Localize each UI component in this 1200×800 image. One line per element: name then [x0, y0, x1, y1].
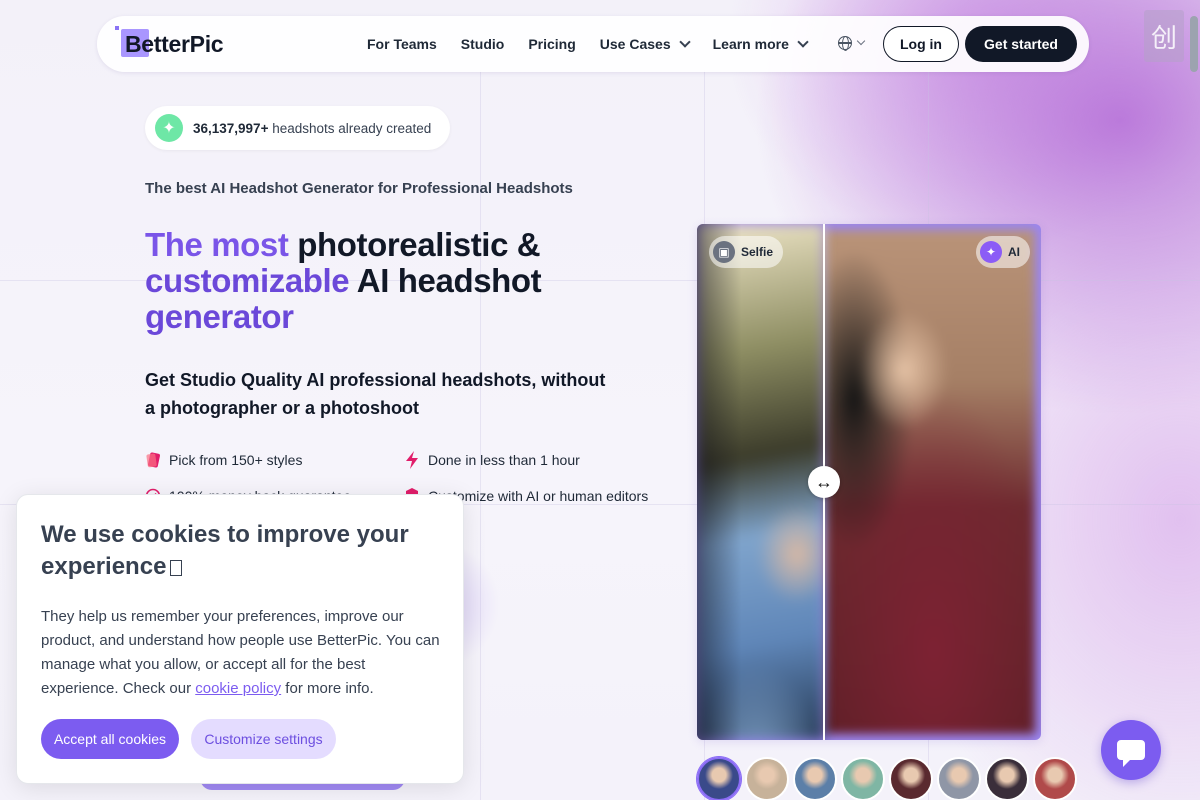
cookie-body: They help us remember your preferences, … — [41, 605, 441, 701]
logo[interactable]: BetterPic — [115, 26, 224, 62]
avatar-4[interactable] — [841, 757, 885, 800]
feature-label: Pick from 150+ styles — [169, 452, 303, 468]
cookie-consent-dialog: We use cookies to improve your experienc… — [16, 494, 464, 784]
avatar-2[interactable] — [745, 757, 789, 800]
headshot-counter-pill: ✦ 36,137,997+ headshots already created — [145, 106, 450, 150]
headline-part: AI headshot — [349, 262, 542, 299]
nav-link-use-cases[interactable]: Use Cases — [599, 36, 691, 52]
nav-link-pricing[interactable]: Pricing — [528, 36, 575, 52]
before-after-comparison[interactable]: ↔ ▣ Selfie ✦ AI — [697, 224, 1041, 740]
hero-subtitle: The best AI Headshot Generator for Profe… — [145, 180, 573, 197]
avatar-8[interactable] — [1033, 757, 1077, 800]
chat-support-button[interactable] — [1101, 720, 1161, 780]
cookie-emoji-icon — [170, 559, 183, 576]
selfie-tag: ▣ Selfie — [709, 236, 784, 268]
feature-speed: Done in less than 1 hour — [404, 451, 580, 469]
logo-dot — [115, 26, 119, 30]
headline-part: photorealistic & — [297, 226, 541, 263]
lightning-icon — [406, 451, 418, 469]
avatar-6[interactable] — [937, 757, 981, 800]
chevron-down-icon — [797, 36, 809, 48]
nav-link-label: Studio — [460, 36, 505, 52]
corner-badge: 创 — [1144, 10, 1184, 62]
feature-styles: Pick from 150+ styles — [145, 451, 302, 469]
selfie-tag-label: Selfie — [741, 245, 774, 259]
headline-part: customizable — [145, 262, 350, 299]
headline-part: The most — [145, 226, 298, 263]
sparkle-icon: ✦ — [980, 241, 1002, 263]
nav-link-label: Learn more — [712, 36, 789, 52]
ai-tag-label: AI — [1008, 245, 1020, 259]
nav-links: For Teams Studio Pricing Use Cases Learn… — [367, 16, 809, 72]
login-button[interactable]: Log in — [883, 26, 959, 62]
avatar-1[interactable] — [697, 757, 741, 800]
chevron-down-icon — [678, 36, 691, 48]
hero-headline: The most photorealistic & customizable A… — [145, 227, 645, 335]
counter-suffix: headshots already created — [268, 120, 432, 136]
accept-all-cookies-button[interactable]: Accept all cookies — [41, 719, 179, 759]
nav-link-label: Pricing — [528, 36, 576, 52]
nav-link-for-teams[interactable]: For Teams — [367, 36, 437, 52]
cookie-actions: Accept all cookies Customize settings — [41, 719, 336, 759]
ai-headshot-image — [824, 230, 1035, 734]
phone-icon: ▣ — [713, 241, 735, 263]
counter-number: 36,137,997+ — [193, 120, 269, 136]
cookie-policy-link[interactable]: cookie policy — [195, 680, 281, 697]
feature-label: Done in less than 1 hour — [428, 452, 580, 468]
logo-text: BetterPic — [125, 30, 224, 57]
ai-tag: ✦ AI — [976, 236, 1030, 268]
sparkle-icon: ✦ — [155, 114, 183, 142]
cookie-body-post: for more info. — [281, 680, 374, 697]
cards-icon — [146, 452, 160, 468]
chat-icon — [1117, 740, 1145, 767]
get-started-button[interactable]: Get started — [965, 26, 1077, 62]
comparison-handle[interactable]: ↔ — [808, 466, 840, 498]
nav-link-label: For Teams — [367, 36, 437, 52]
top-navbar: BetterPic For Teams Studio Pricing Use C… — [97, 16, 1089, 72]
avatar-3[interactable] — [793, 757, 837, 800]
hero-lead: Get Studio Quality AI professional heads… — [145, 370, 606, 418]
avatar-7[interactable] — [985, 757, 1029, 800]
counter-text: 36,137,997+ headshots already created — [193, 121, 431, 136]
arrows-horizontal-icon: ↔ — [815, 471, 833, 492]
nav-link-label: Use Cases — [599, 36, 671, 52]
globe-icon — [838, 36, 852, 51]
example-avatars — [697, 757, 1077, 800]
headline-part: generator — [145, 298, 294, 335]
cookie-title-text: We use cookies to improve your experienc… — [41, 521, 409, 580]
nav-link-studio[interactable]: Studio — [461, 36, 505, 52]
page-scrollbar[interactable] — [1190, 16, 1198, 72]
chevron-down-icon — [856, 36, 866, 46]
nav-link-learn-more[interactable]: Learn more — [712, 36, 809, 52]
avatar-5[interactable] — [889, 757, 933, 800]
cookie-title: We use cookies to improve your experienc… — [41, 519, 441, 583]
selfie-shadow — [697, 224, 824, 740]
customize-settings-button[interactable]: Customize settings — [191, 719, 336, 759]
language-selector[interactable] — [838, 36, 866, 51]
